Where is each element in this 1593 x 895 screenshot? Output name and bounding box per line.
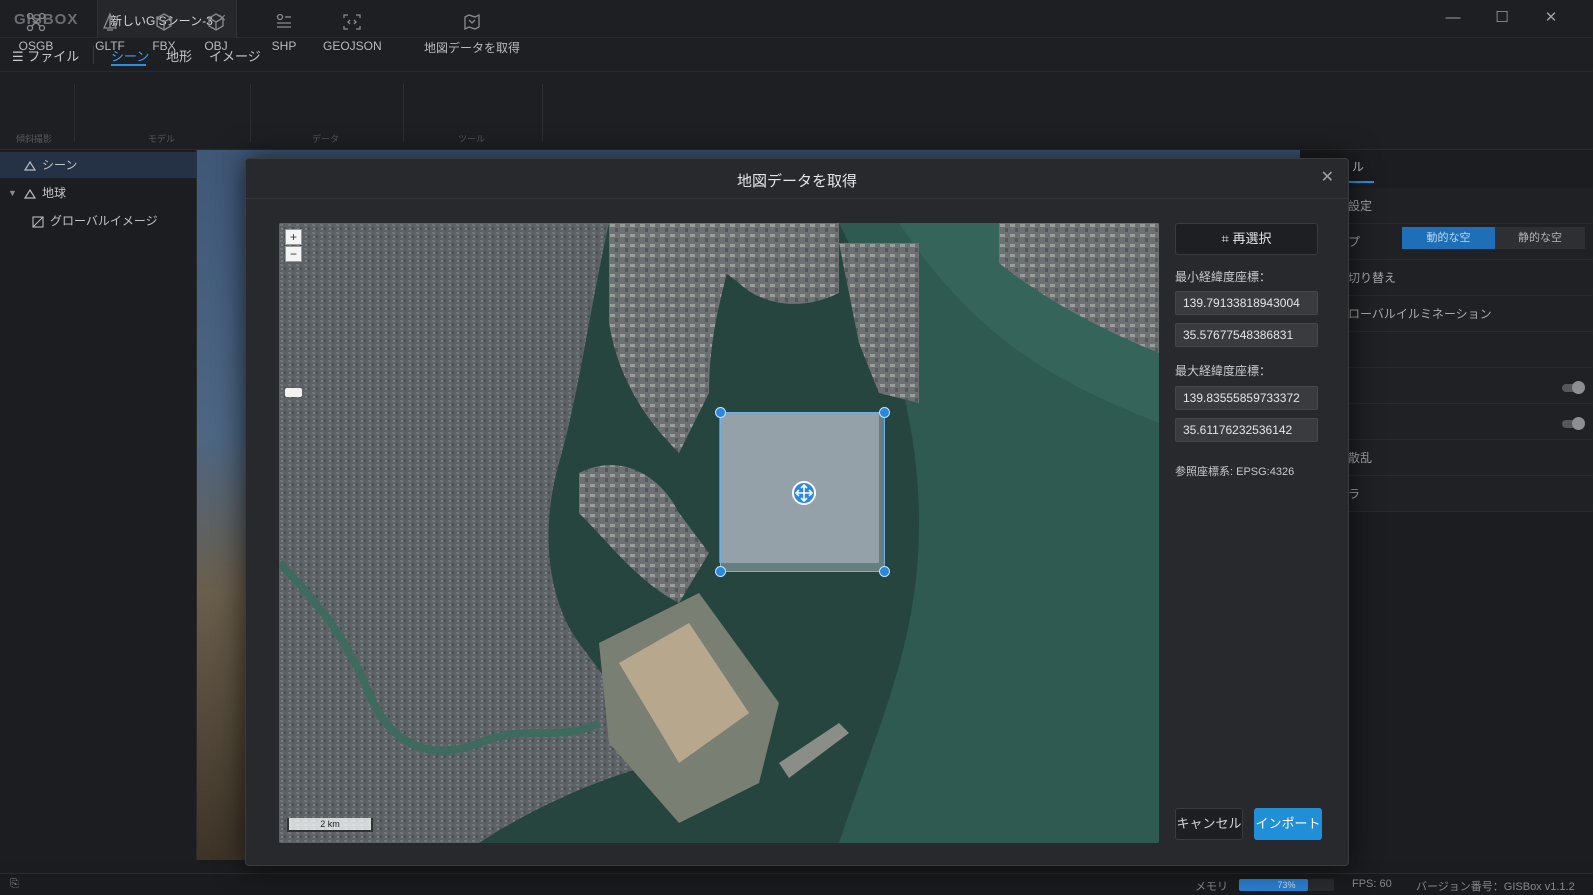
reselect-button[interactable]: ⌗ 再選択 <box>1175 223 1318 255</box>
dynamic-sky-option[interactable]: 動的な空 <box>1402 227 1495 249</box>
fbx-tool-label: FBX <box>152 39 176 53</box>
max-lon-input[interactable] <box>1175 386 1318 410</box>
menu-bar: ☰ ファイル シーン 地形 イメージ <box>0 38 1593 72</box>
group-label-oblique: 傾斜撮影 <box>16 134 53 144</box>
memory-bar: 73% <box>1239 879 1334 891</box>
zoom-slider-thumb[interactable] <box>285 388 302 397</box>
tree-item-global-image[interactable]: グローバルイメージ <box>0 208 197 234</box>
move-icon[interactable] <box>792 481 816 505</box>
min-lon-input[interactable] <box>1175 291 1318 315</box>
dialog-close-icon[interactable]: ✕ <box>1321 167 1334 187</box>
selection-rectangle[interactable] <box>715 407 890 577</box>
min-coord-label: 最小経緯度座標： <box>1175 270 1272 284</box>
geojson-tool-button[interactable]: GEOJSON <box>323 12 382 53</box>
drone-icon <box>26 12 46 32</box>
gltf-tool-label: GLTF <box>95 39 125 53</box>
scene-tree-panel <box>0 150 197 860</box>
resize-handle-bottom-left[interactable] <box>715 566 726 577</box>
satellite-map[interactable]: + − 2 km <box>279 223 1159 843</box>
cube-icon <box>208 13 224 31</box>
scene-icon <box>23 152 37 178</box>
cube-wire-icon <box>156 13 172 31</box>
obj-tool-label: OBJ <box>204 39 228 53</box>
dialog-header: 地図データを取得 ✕ <box>246 159 1348 199</box>
minimize-button[interactable]: — <box>1443 8 1463 28</box>
tree-item-label: シーン <box>42 158 78 172</box>
image-icon <box>32 208 44 234</box>
toolbar-separator <box>74 84 75 142</box>
zoom-out-button[interactable]: − <box>285 246 302 262</box>
globe-icon <box>23 180 37 206</box>
status-bar: ⎘ メモリ 73% FPS: 60 バージョン番号：GISBox v1.1.2 <box>0 873 1593 895</box>
toolbar-separator <box>542 84 543 142</box>
version-label: バージョン番号：GISBox v1.1.2 <box>1416 881 1575 893</box>
scale-bar: 2 km <box>287 818 373 832</box>
resize-handle-bottom-right[interactable] <box>879 566 890 577</box>
status-icon: ⎘ <box>10 878 19 890</box>
fps-readout: FPS: 60 <box>1352 878 1392 890</box>
bell-model-icon <box>103 12 117 31</box>
fbx-tool-button[interactable]: FBX <box>150 12 178 53</box>
maximize-button[interactable]: ☐ <box>1492 8 1512 28</box>
code-frame-icon <box>343 14 361 30</box>
expand-chevron-icon[interactable]: ▼ <box>8 180 17 206</box>
group-label-data: データ <box>312 134 340 144</box>
max-coord-label: 最大経緯度座標： <box>1175 364 1272 378</box>
toggle-switch[interactable] <box>1562 417 1585 430</box>
resize-handle-top-right[interactable] <box>879 407 890 418</box>
group-label-tool: ツール <box>458 134 486 144</box>
memory-label: メモリ <box>1195 881 1228 893</box>
tree-item-label: 地球 <box>42 186 67 200</box>
shp-tool-label: SHP <box>271 39 297 53</box>
title-bar: GISBOX 新しいGISシーン-3 × — ☐ ✕ <box>0 0 1593 38</box>
crs-label: 参照座標系: EPSG:4326 <box>1175 466 1295 478</box>
group-label-model: モデル <box>148 134 176 144</box>
layers-icon <box>276 13 291 28</box>
reselect-label: 再選択 <box>1232 231 1272 246</box>
dialog-title: 地図データを取得 <box>736 173 857 190</box>
tree-item-globe[interactable]: ▼ 地球 <box>0 180 197 206</box>
active-tab-underline <box>111 64 146 66</box>
cancel-button[interactable]: キャンセル <box>1175 808 1243 840</box>
min-lat-input[interactable] <box>1175 323 1318 347</box>
toolbar-separator <box>403 84 404 142</box>
toolbar-separator <box>250 84 251 142</box>
max-lat-input[interactable] <box>1175 418 1318 442</box>
osgb-tool-button[interactable]: OSGB <box>16 12 56 53</box>
osgb-tool-label: OSGB <box>18 39 54 53</box>
tab-properties[interactable]: ル <box>1352 158 1364 175</box>
get-map-data-tool-button[interactable]: 地図データを取得 <box>424 12 520 56</box>
close-window-button[interactable]: ✕ <box>1541 8 1561 28</box>
get-map-data-tool-label: 地図データを取得 <box>424 41 521 55</box>
satellite-imagery <box>279 223 1159 843</box>
tree-item-label: グローバルイメージ <box>50 214 158 228</box>
static-sky-option[interactable]: 静的な空 <box>1495 227 1585 249</box>
import-button[interactable]: インポート <box>1254 808 1322 840</box>
toolbar <box>0 72 1593 150</box>
tree-item-scene[interactable]: シーン <box>0 152 197 178</box>
memory-percent: 73% <box>1277 880 1296 890</box>
active-tab-underline <box>1346 181 1374 183</box>
resize-handle-top-left[interactable] <box>715 407 726 418</box>
geojson-tool-label: GEOJSON <box>323 39 382 53</box>
crop-icon: ⌗ <box>1221 231 1229 246</box>
map-download-icon <box>464 13 480 31</box>
shp-tool-button[interactable]: SHP <box>269 12 299 53</box>
gltf-tool-button[interactable]: GLTF <box>94 12 126 53</box>
zoom-in-button[interactable]: + <box>285 229 302 245</box>
get-map-data-dialog: 地図データを取得 ✕ + − 2 km ⌗ 再選択 最小経緯度座標： 139.7… <box>245 158 1349 866</box>
toggle-switch[interactable] <box>1562 381 1585 394</box>
obj-tool-button[interactable]: OBJ <box>202 12 230 53</box>
